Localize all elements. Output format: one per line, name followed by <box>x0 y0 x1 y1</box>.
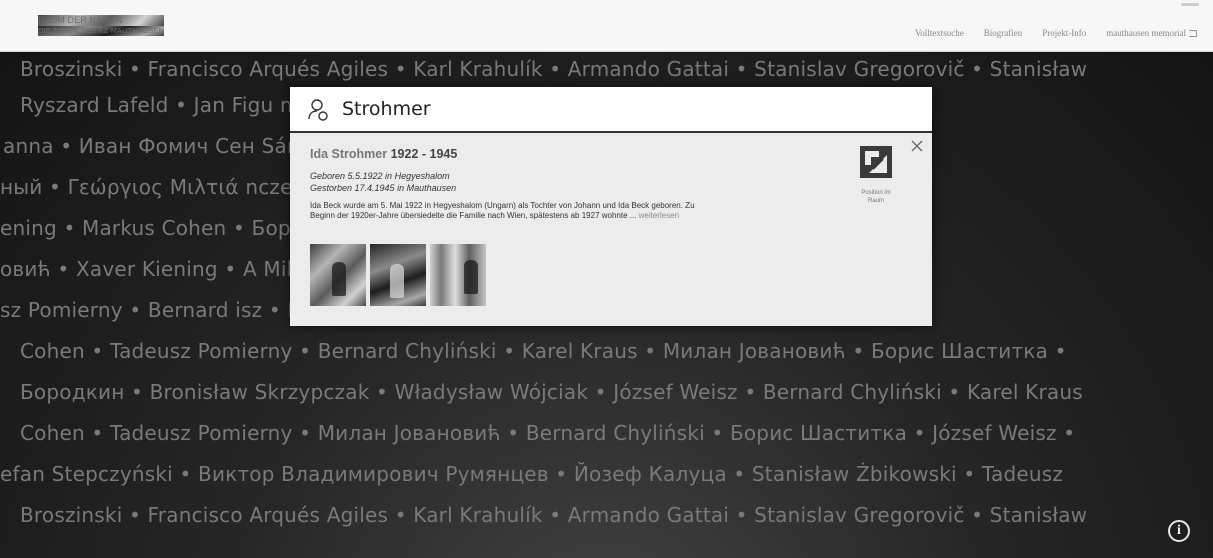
person-name: Ida Strohmer <box>310 147 388 161</box>
brand-title: RAUM DER NAMEN <box>38 15 165 26</box>
nav-biografien[interactable]: Biografien <box>984 28 1023 38</box>
popup-body: Ida Strohmer 1922 - 1945 Geboren 5.5.192… <box>310 147 730 221</box>
photo-thumbnail[interactable] <box>430 244 486 306</box>
born-line: Geboren 5.5.1922 in Hegyeshalom <box>310 171 450 181</box>
person-years: 1922 - 1945 <box>390 147 458 161</box>
position-in-room-button[interactable]: Position im Raum <box>856 145 896 205</box>
bio-excerpt: Ida Beck wurde am 5. Mai 1922 in Hegyesh… <box>310 201 710 221</box>
position-icon <box>860 146 892 178</box>
name-row: Cohen • Tadeusz Pomierny • Bernard Chyli… <box>20 339 1067 363</box>
person-heading: Ida Strohmer 1922 - 1945 <box>310 147 730 161</box>
bio-text: Ida Beck wurde am 5. Mai 1922 in Hegyesh… <box>310 201 695 220</box>
scrollbar-thumb[interactable] <box>1181 3 1199 6</box>
photo-thumbnail[interactable] <box>310 244 366 306</box>
person-dates: Geboren 5.5.1922 in Hegyeshalom Gestorbe… <box>310 170 730 194</box>
close-icon[interactable] <box>910 139 924 153</box>
popup-header: Strohmer <box>290 87 932 133</box>
name-row: efan Stepczyński • Виктор Владимирович Р… <box>0 462 1064 486</box>
brand-logo[interactable]: RAUM DER NAMEN DIE TOTEN DES KZ MAUTHAUS… <box>38 15 165 36</box>
nav-projekt-info[interactable]: Projekt-Info <box>1042 28 1086 38</box>
popup-title: Strohmer <box>342 98 431 120</box>
site-header: RAUM DER NAMEN DIE TOTEN DES KZ MAUTHAUS… <box>0 0 1213 52</box>
external-link-icon <box>1189 30 1197 37</box>
died-line: Gestorben 17.4.1945 in Mauthausen <box>310 183 457 193</box>
main-nav: Volltextsuche Biografien Projekt-Info ma… <box>895 28 1197 38</box>
read-more-link[interactable]: weiterlesen <box>639 211 679 220</box>
photo-gallery <box>310 244 490 306</box>
info-icon[interactable]: i <box>1168 520 1190 542</box>
nav-mauthausen-memorial-label: mauthausen memorial <box>1106 28 1186 38</box>
nav-mauthausen-memorial[interactable]: mauthausen memorial <box>1106 28 1197 38</box>
name-row: Broszinski • Francisco Arqués Agiles • K… <box>20 503 1088 527</box>
photo-thumbnail[interactable] <box>370 244 426 306</box>
biography-popup: Strohmer Ida Strohmer 1922 - 1945 Gebore… <box>290 87 932 326</box>
nav-volltextsuche[interactable]: Volltextsuche <box>915 28 964 38</box>
person-icon <box>308 99 328 121</box>
position-label: Position im Raum <box>861 190 891 204</box>
name-row: Бородкин • Bronisław Skrzypczak • Władys… <box>20 380 1083 404</box>
name-row: Cohen • Tadeusz Pomierny • Милан Јованов… <box>20 421 1076 445</box>
brand-subtitle: DIE TOTEN DES KZ MAUTHAUSEN <box>38 26 165 36</box>
name-row: Broszinski • Francisco Arqués Agiles • K… <box>20 57 1088 81</box>
